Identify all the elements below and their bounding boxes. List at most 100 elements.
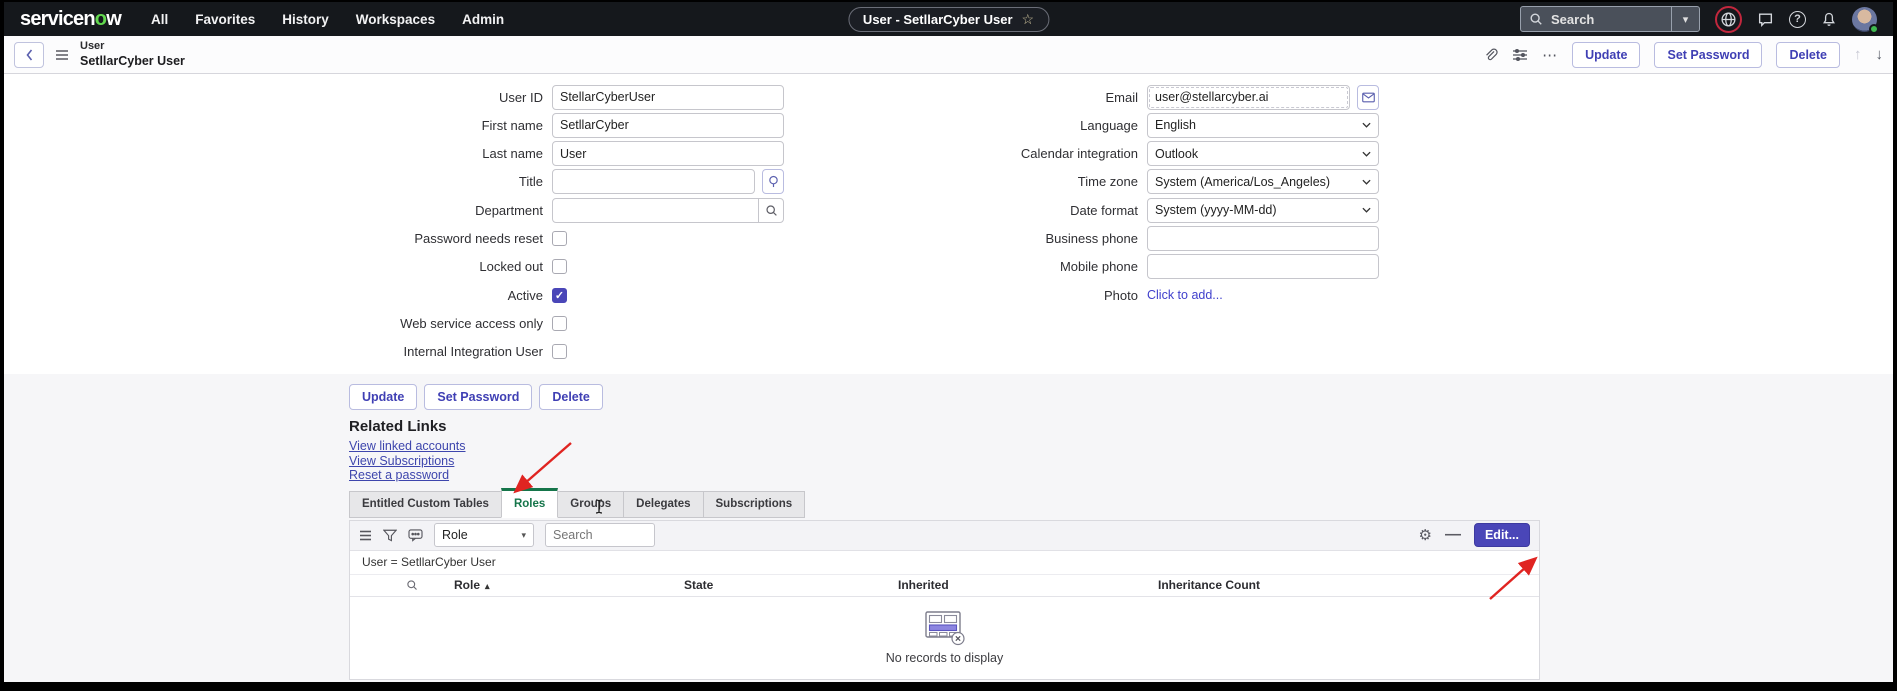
date-format-select[interactable]: System (yyyy-MM-dd) <box>1147 198 1379 223</box>
column-header-role[interactable]: Role <box>454 578 490 592</box>
send-email-icon[interactable] <box>1357 85 1379 110</box>
logo-text-end: w <box>106 8 121 30</box>
column-header-inheritance-count[interactable]: Inheritance Count <box>1158 578 1260 592</box>
annotation-red-circle <box>1715 6 1742 33</box>
menu-item-favorites[interactable]: Favorites <box>195 12 255 27</box>
help-icon[interactable]: ? <box>1789 11 1806 28</box>
suggestion-icon[interactable] <box>762 169 784 194</box>
menu-item-all[interactable]: All <box>151 12 168 27</box>
next-record-icon[interactable]: ↓ <box>1876 46 1884 63</box>
update-button-footer[interactable]: Update <box>349 384 417 410</box>
first-name-input[interactable] <box>552 113 784 138</box>
more-options-icon[interactable]: ⋯ <box>1542 46 1558 64</box>
record-header: User SetllarCyber User ⋯ Update Set Pass… <box>4 36 1893 74</box>
calendar-integration-select[interactable]: Outlook <box>1147 141 1379 166</box>
activity-stream-icon[interactable] <box>1512 48 1528 62</box>
active-checkbox[interactable] <box>552 288 567 303</box>
field-password-needs-reset: Password needs reset <box>334 225 784 251</box>
chevron-down-icon <box>1362 122 1371 128</box>
menu-item-admin[interactable]: Admin <box>462 12 504 27</box>
empty-state: No records to display <box>350 597 1539 679</box>
record-title: User SetllarCyber User <box>80 40 185 68</box>
tab-label: Entitled Custom Tables <box>362 498 489 510</box>
context-pill-label: User - SetllarCyber User <box>863 12 1013 27</box>
business-phone-input[interactable] <box>1147 226 1379 251</box>
department-input[interactable] <box>552 198 784 223</box>
photo-add-link[interactable]: Click to add... <box>1147 288 1223 302</box>
locked-out-checkbox[interactable] <box>552 259 567 274</box>
field-label: Photo <box>929 288 1147 303</box>
email-input[interactable] <box>1147 85 1350 110</box>
tab-entitled-custom-tables[interactable]: Entitled Custom Tables <box>349 491 502 518</box>
form-context-menu-icon[interactable] <box>55 49 69 61</box>
record-name-label: SetllarCyber User <box>80 54 185 69</box>
no-records-illustration <box>923 610 967 646</box>
field-first-name: First name <box>334 112 784 138</box>
comment-bubble-icon[interactable] <box>408 529 423 542</box>
menu-item-history[interactable]: History <box>282 12 329 27</box>
delete-button-footer[interactable]: Delete <box>539 384 603 410</box>
tab-subscriptions[interactable]: Subscriptions <box>703 491 806 518</box>
reset-a-password-link[interactable]: Reset a password <box>349 468 449 483</box>
user-avatar[interactable] <box>1852 7 1877 32</box>
field-label: Web service access only <box>334 316 552 331</box>
record-header-actions: ⋯ Update Set Password Delete ↑ ↓ <box>1483 42 1883 68</box>
view-subscriptions-link[interactable]: View Subscriptions <box>349 454 454 469</box>
list-menu-icon[interactable] <box>359 530 372 541</box>
context-pill[interactable]: User - SetllarCyber User ☆ <box>848 7 1049 32</box>
internal-integration-user-checkbox[interactable] <box>552 344 567 359</box>
global-search-input[interactable] <box>1549 11 1659 28</box>
language-select[interactable]: English <box>1147 113 1379 138</box>
password-needs-reset-checkbox[interactable] <box>552 231 567 246</box>
field-label: Date format <box>929 203 1147 218</box>
field-photo: Photo Click to add... <box>929 282 1379 308</box>
attachment-paperclip-icon[interactable] <box>1483 47 1498 63</box>
filter-funnel-icon[interactable] <box>383 529 397 542</box>
favorite-star-icon[interactable]: ☆ <box>1022 11 1035 28</box>
reference-lookup-icon[interactable] <box>758 198 784 223</box>
field-label: Email <box>929 90 1147 105</box>
collapse-list-icon[interactable]: — <box>1445 526 1461 544</box>
tab-label: Delegates <box>636 498 690 510</box>
form-body: User ID First name Last name Title <box>4 74 1893 374</box>
chevron-down-icon <box>1362 179 1371 185</box>
chat-icon[interactable] <box>1757 11 1774 28</box>
notifications-bell-icon[interactable] <box>1821 11 1837 28</box>
set-password-button[interactable]: Set Password <box>1654 42 1762 68</box>
web-service-access-only-checkbox[interactable] <box>552 316 567 331</box>
list-search-input[interactable] <box>545 523 655 547</box>
nav-right-cluster: ▾ ? <box>1520 6 1877 33</box>
view-linked-accounts-link[interactable]: View linked accounts <box>349 439 466 454</box>
mobile-phone-input[interactable] <box>1147 254 1379 279</box>
delete-button[interactable]: Delete <box>1776 42 1840 68</box>
search-field-selector[interactable]: Role ▾ <box>434 523 534 547</box>
column-header-inherited[interactable]: Inherited <box>898 578 949 592</box>
menu-item-workspaces[interactable]: Workspaces <box>356 12 435 27</box>
user-id-input[interactable] <box>552 85 784 110</box>
app-window: servicenow All Favorites History Workspa… <box>4 2 1893 682</box>
field-label: Business phone <box>929 231 1147 246</box>
top-nav: servicenow All Favorites History Workspa… <box>4 2 1893 36</box>
set-password-button-footer[interactable]: Set Password <box>424 384 532 410</box>
tab-roles[interactable]: Roles <box>501 488 558 518</box>
search-scope-dropdown[interactable]: ▾ <box>1671 7 1699 31</box>
servicenow-logo[interactable]: servicenow <box>20 8 121 31</box>
list-breadcrumb[interactable]: User = SetllarCyber User <box>350 551 1539 575</box>
column-search-icon[interactable] <box>406 579 418 594</box>
chevron-down-icon: ▾ <box>521 530 526 541</box>
title-input[interactable] <box>552 169 755 194</box>
field-label: First name <box>334 118 552 133</box>
list-settings-gear-icon[interactable]: ⚙ <box>1419 528 1432 543</box>
field-locked-out: Locked out <box>334 254 784 280</box>
tab-delegates[interactable]: Delegates <box>623 491 703 518</box>
globe-icon[interactable] <box>1720 11 1737 28</box>
column-header-state[interactable]: State <box>684 578 713 592</box>
update-button[interactable]: Update <box>1572 42 1640 68</box>
edit-button[interactable]: Edit... <box>1474 523 1530 547</box>
tab-label: Subscriptions <box>716 498 793 510</box>
field-mobile-phone: Mobile phone <box>929 254 1379 280</box>
time-zone-select[interactable]: System (America/Los_Angeles) <box>1147 169 1379 194</box>
back-button[interactable] <box>14 42 44 68</box>
last-name-input[interactable] <box>552 141 784 166</box>
tab-groups[interactable]: Groups <box>557 491 624 518</box>
